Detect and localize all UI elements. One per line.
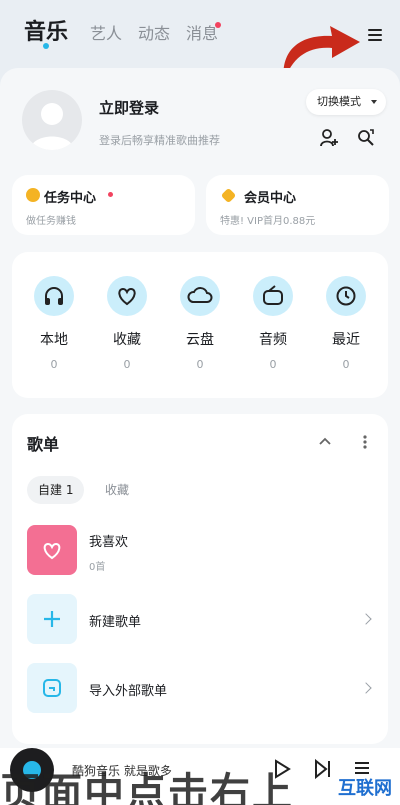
- playlist-panel: 歌单 自建 1 收藏 我喜欢 0首 新建歌单 导入外部歌单: [12, 414, 388, 744]
- tab-fav-playlists[interactable]: 收藏: [94, 476, 140, 504]
- coin-icon: [26, 188, 40, 202]
- more-icon[interactable]: [362, 434, 368, 450]
- quick-access-panel: 本地 0 收藏 0 云盘 0 音频 0 最近 0: [12, 252, 388, 398]
- caret-down-icon: [371, 100, 377, 104]
- quick-item-label: 最近: [332, 332, 360, 348]
- vip-center-card[interactable]: 会员中心 特惠! VIP首月0.88元: [206, 175, 389, 235]
- quick-item-recent[interactable]: 最近 0: [318, 276, 374, 371]
- quick-item-label: 本地: [40, 332, 68, 348]
- quick-item-count: 0: [123, 358, 131, 371]
- heart-icon: [107, 276, 147, 316]
- task-badge: [108, 192, 113, 197]
- quick-item-label: 音频: [259, 332, 287, 348]
- plus-icon: [27, 594, 77, 644]
- quick-item-label: 收藏: [113, 332, 141, 348]
- diamond-icon: [220, 187, 237, 204]
- quick-item-count: 0: [269, 358, 277, 371]
- message-badge: [215, 22, 221, 28]
- tab-messages[interactable]: 消息: [186, 20, 218, 44]
- playlist-title: 歌单: [27, 435, 60, 454]
- quick-item-count: 0: [196, 358, 204, 371]
- quick-item-count: 0: [342, 358, 350, 371]
- chevron-right-icon: [360, 682, 372, 694]
- import-icon: [27, 663, 77, 713]
- add-friend-icon[interactable]: [318, 127, 340, 149]
- cloud-icon: [180, 276, 220, 316]
- quick-item-label: 云盘: [186, 332, 214, 348]
- playlist-row-title: 我喜欢: [89, 535, 129, 550]
- playlist-row-count: 0首: [89, 562, 106, 573]
- login-title[interactable]: 立即登录: [99, 97, 159, 118]
- avatar[interactable]: [22, 90, 82, 150]
- switch-mode-label: 切换模式: [317, 95, 361, 108]
- headphones-icon: [34, 276, 74, 316]
- switch-mode-button[interactable]: 切换模式: [306, 89, 386, 115]
- tab-feed[interactable]: 动态: [138, 20, 170, 44]
- singer-icon[interactable]: [355, 127, 377, 149]
- task-center-title: 任务中心: [44, 191, 97, 206]
- quick-item-audio[interactable]: 音频 0: [245, 276, 301, 371]
- quick-item-favorites[interactable]: 收藏 0: [99, 276, 155, 371]
- clock-icon: [326, 276, 366, 316]
- active-tab-indicator: [43, 43, 49, 49]
- tab-artists[interactable]: 艺人: [90, 20, 122, 44]
- tab-music[interactable]: 音乐: [24, 14, 68, 46]
- quick-item-local[interactable]: 本地 0: [26, 276, 82, 371]
- vip-center-title: 会员中心: [244, 191, 297, 206]
- chevron-right-icon: [360, 613, 372, 625]
- radio-icon: [253, 276, 293, 316]
- task-center-subtitle: 做任务赚钱: [26, 216, 76, 227]
- quick-item-cloud[interactable]: 云盘 0: [172, 276, 228, 371]
- login-subtitle: 登录后畅享精准歌曲推荐: [99, 134, 220, 147]
- watermark-logo: 互联网: [332, 776, 398, 802]
- task-center-card[interactable]: 任务中心 做任务赚钱: [12, 175, 195, 235]
- playlist-row-title: 新建歌单: [89, 615, 142, 630]
- chevron-up-icon[interactable]: [318, 436, 332, 446]
- tab-own-playlists[interactable]: 自建 1: [27, 476, 85, 504]
- heart-icon: [27, 525, 77, 575]
- quick-item-count: 0: [50, 358, 58, 371]
- playlist-row-title: 导入外部歌单: [89, 684, 168, 699]
- vip-center-subtitle: 特惠! VIP首月0.88元: [220, 216, 316, 227]
